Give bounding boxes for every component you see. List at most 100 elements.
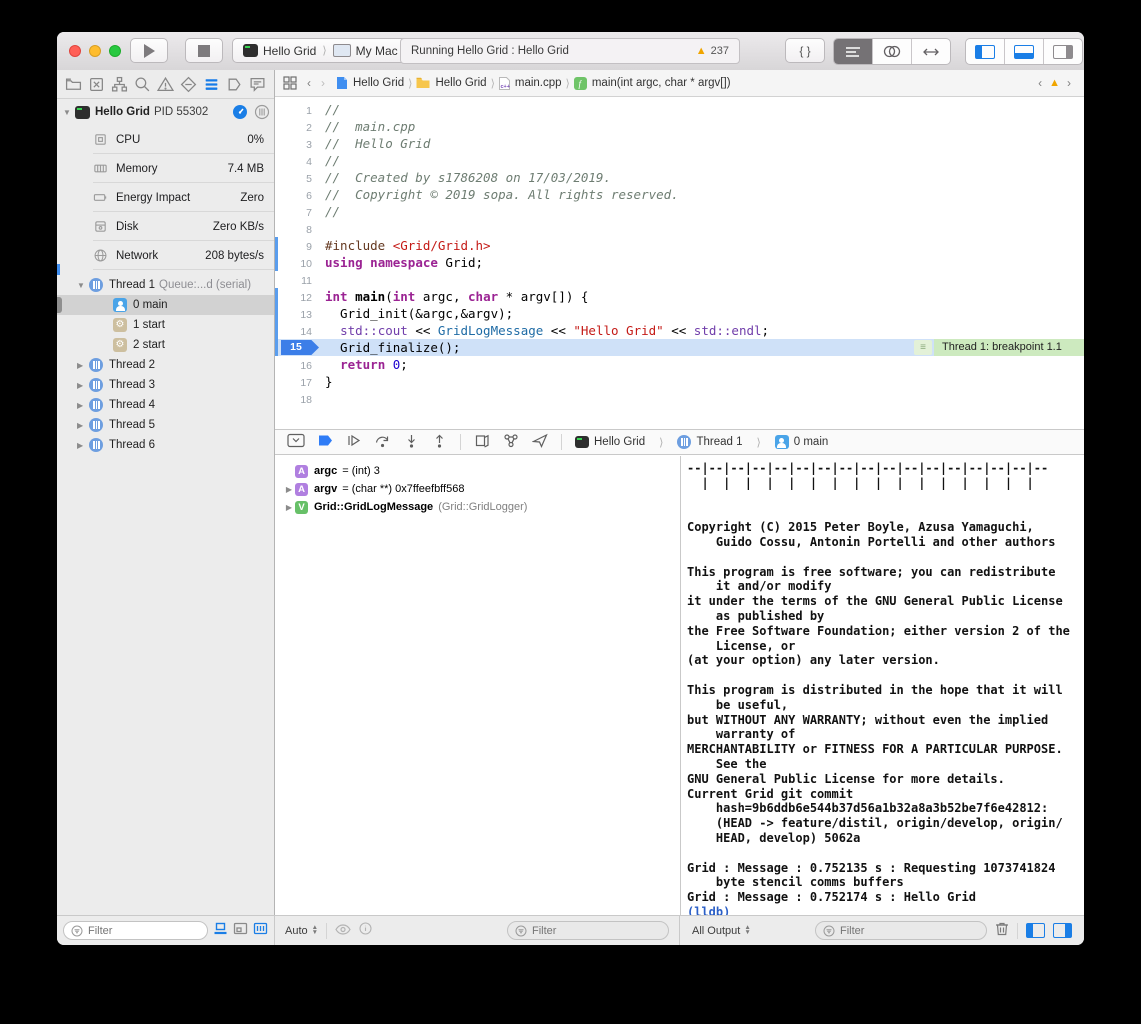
continue-icon[interactable] xyxy=(346,434,361,450)
debug-symbols-filter-icon[interactable] xyxy=(213,922,228,940)
view-hierarchy-debugger-icon[interactable] xyxy=(474,433,490,451)
thread-row-2[interactable]: ▶ Thread 2 xyxy=(57,355,274,375)
report-navigator-icon[interactable] xyxy=(249,76,266,93)
code-text[interactable]: Grid_init(&argc,&argv); xyxy=(325,305,513,322)
variable-row[interactable]: ▶ V Grid::GridLogMessage (Grid::GridLogg… xyxy=(275,498,680,516)
line-number-gutter[interactable]: 4 xyxy=(275,152,325,169)
code-line-14[interactable]: 14 std::cout << GridLogMessage << "Hello… xyxy=(275,322,1084,339)
running-blocks-filter-icon[interactable] xyxy=(233,922,248,940)
breakpoints-toggle-icon[interactable] xyxy=(318,434,333,450)
variable-row[interactable]: ▶ A argv = (char **) 0x7ffeefbff568 xyxy=(275,480,680,498)
console-filter-field[interactable] xyxy=(815,921,987,940)
line-number-gutter[interactable]: 12 xyxy=(275,288,325,305)
code-review-button[interactable]: { } xyxy=(785,38,825,63)
code-line-9[interactable]: 9#include <Grid/Grid.h> xyxy=(275,237,1084,254)
cpu-gauge-view-icon[interactable] xyxy=(232,104,248,120)
thread-row-1[interactable]: ▼ Thread 1 Queue:...d (serial) xyxy=(57,275,274,295)
line-number-gutter[interactable]: 9 xyxy=(275,237,325,254)
previous-issue-icon[interactable]: ‹ xyxy=(1033,76,1047,90)
line-number-gutter[interactable]: 8 xyxy=(275,220,325,237)
jump-bar-symbol[interactable]: main(int argc, char * argv[]) xyxy=(592,77,731,89)
code-line-12[interactable]: 12int main(int argc, char * argv[]) { xyxy=(275,288,1084,305)
queue-view-icon[interactable] xyxy=(254,104,270,120)
line-number-gutter[interactable]: 3 xyxy=(275,135,325,152)
disclosure-right-icon[interactable]: ▶ xyxy=(77,421,89,430)
debug-navigator-icon[interactable] xyxy=(203,76,220,93)
source-editor[interactable]: 1//2// main.cpp3// Hello Grid4//5// Crea… xyxy=(275,97,1084,429)
code-text[interactable]: } xyxy=(325,373,333,390)
line-number-gutter[interactable]: 5 xyxy=(275,169,325,186)
line-number-gutter[interactable]: 7 xyxy=(275,203,325,220)
disclosure-right-icon[interactable]: ▶ xyxy=(283,503,295,512)
forward-chevron-icon[interactable]: › xyxy=(316,76,330,90)
variables-scope-popup[interactable]: Auto ▲▼ xyxy=(285,925,318,937)
debug-breadcrumb-thread[interactable]: Thread 1 xyxy=(677,435,742,449)
code-line-11[interactable]: 11 xyxy=(275,271,1084,288)
console-scope-popup[interactable]: All Output ▲▼ xyxy=(692,925,751,937)
breakpoint-badge[interactable]: 15 xyxy=(281,340,319,355)
code-line-5[interactable]: 5// Created by s1786208 on 17/03/2019. xyxy=(275,169,1084,186)
thread-row-4[interactable]: ▶ Thread 4 xyxy=(57,395,274,415)
step-into-icon[interactable] xyxy=(404,434,419,451)
code-text[interactable]: // Copyright © 2019 sopa. All rights res… xyxy=(325,186,679,203)
code-line-16[interactable]: 16 return 0; xyxy=(275,356,1084,373)
scheme-selector[interactable]: Hello Grid ⟩ My Mac xyxy=(232,38,409,63)
thread-row-5[interactable]: ▶ Thread 5 xyxy=(57,415,274,435)
line-number-gutter[interactable]: 11 xyxy=(275,271,325,288)
console-filter-input[interactable] xyxy=(840,925,979,937)
line-number-gutter[interactable]: 17 xyxy=(275,373,325,390)
code-text[interactable]: using namespace Grid; xyxy=(325,254,483,271)
warning-triangle-icon[interactable]: ▲ xyxy=(1049,77,1060,89)
breakpoint-navigator-icon[interactable] xyxy=(226,76,243,93)
variables-view[interactable]: A argc = (int) 3 ▶ A argv = (char **) 0x… xyxy=(275,456,680,915)
console-pane-toggle[interactable] xyxy=(1053,923,1072,938)
stop-button[interactable] xyxy=(185,38,223,63)
debug-breadcrumb-frame[interactable]: 0 main xyxy=(775,435,829,449)
test-navigator-icon[interactable] xyxy=(180,76,197,93)
hide-debug-area-icon[interactable] xyxy=(287,433,305,451)
line-number-gutter[interactable]: 15 xyxy=(275,339,325,356)
disclosure-right-icon[interactable]: ▶ xyxy=(77,401,89,410)
standard-editor-button[interactable] xyxy=(834,39,873,64)
inspector-panel-toggle[interactable] xyxy=(1044,39,1082,64)
code-line-13[interactable]: 13 Grid_init(&argc,&argv); xyxy=(275,305,1084,322)
gauge-row-disk[interactable]: Disk Zero KB/s xyxy=(57,212,274,241)
zoom-window-button[interactable] xyxy=(109,45,121,57)
code-line-1[interactable]: 1// xyxy=(275,101,1084,118)
debug-breadcrumb-process[interactable]: Hello Grid xyxy=(575,436,645,448)
code-line-15[interactable]: 15 Grid_finalize();≡Thread 1: breakpoint… xyxy=(275,339,1084,356)
code-text[interactable]: // Created by s1786208 on 17/03/2019. xyxy=(325,169,611,186)
line-number-gutter[interactable]: 6 xyxy=(275,186,325,203)
code-line-17[interactable]: 17} xyxy=(275,373,1084,390)
line-number-gutter[interactable]: 18 xyxy=(275,390,325,407)
next-issue-icon[interactable]: › xyxy=(1062,76,1076,90)
jump-bar-group[interactable]: Hello Grid xyxy=(435,77,486,89)
code-text[interactable]: #include <Grid/Grid.h> xyxy=(325,237,491,254)
navigator-filter-field[interactable] xyxy=(63,921,208,940)
stack-frame-row[interactable]: ⚙ 1 start xyxy=(57,315,274,335)
code-text[interactable]: Grid_finalize(); xyxy=(325,339,460,356)
code-line-7[interactable]: 7// xyxy=(275,203,1084,220)
minimize-window-button[interactable] xyxy=(89,45,101,57)
code-text[interactable]: // main.cpp xyxy=(325,118,415,135)
line-number-gutter[interactable]: 14 xyxy=(275,322,325,339)
info-icon[interactable] xyxy=(359,922,372,940)
related-items-icon[interactable] xyxy=(283,76,297,90)
process-row[interactable]: ▼ Hello Grid PID 55302 xyxy=(57,99,274,125)
disclosure-right-icon[interactable]: ▶ xyxy=(77,381,89,390)
thread-row-6[interactable]: ▶ Thread 6 xyxy=(57,435,274,455)
code-line-2[interactable]: 2// main.cpp xyxy=(275,118,1084,135)
warning-triangle-icon[interactable]: ▲ xyxy=(696,45,707,57)
code-text[interactable]: return 0; xyxy=(325,356,408,373)
code-line-6[interactable]: 6// Copyright © 2019 sopa. All rights re… xyxy=(275,186,1084,203)
assistant-editor-button[interactable] xyxy=(873,39,912,64)
navigator-panel-toggle[interactable] xyxy=(966,39,1005,64)
line-number-gutter[interactable]: 1 xyxy=(275,101,325,118)
disclosure-right-icon[interactable]: ▶ xyxy=(283,485,295,494)
line-number-gutter[interactable]: 13 xyxy=(275,305,325,322)
code-text[interactable]: std::cout << GridLogMessage << "Hello Gr… xyxy=(325,322,769,339)
stack-frame-row[interactable]: 0 main xyxy=(57,295,274,315)
jump-bar-project[interactable]: Hello Grid xyxy=(353,77,404,89)
disclosure-right-icon[interactable]: ▶ xyxy=(77,361,89,370)
code-line-18[interactable]: 18 xyxy=(275,390,1084,407)
